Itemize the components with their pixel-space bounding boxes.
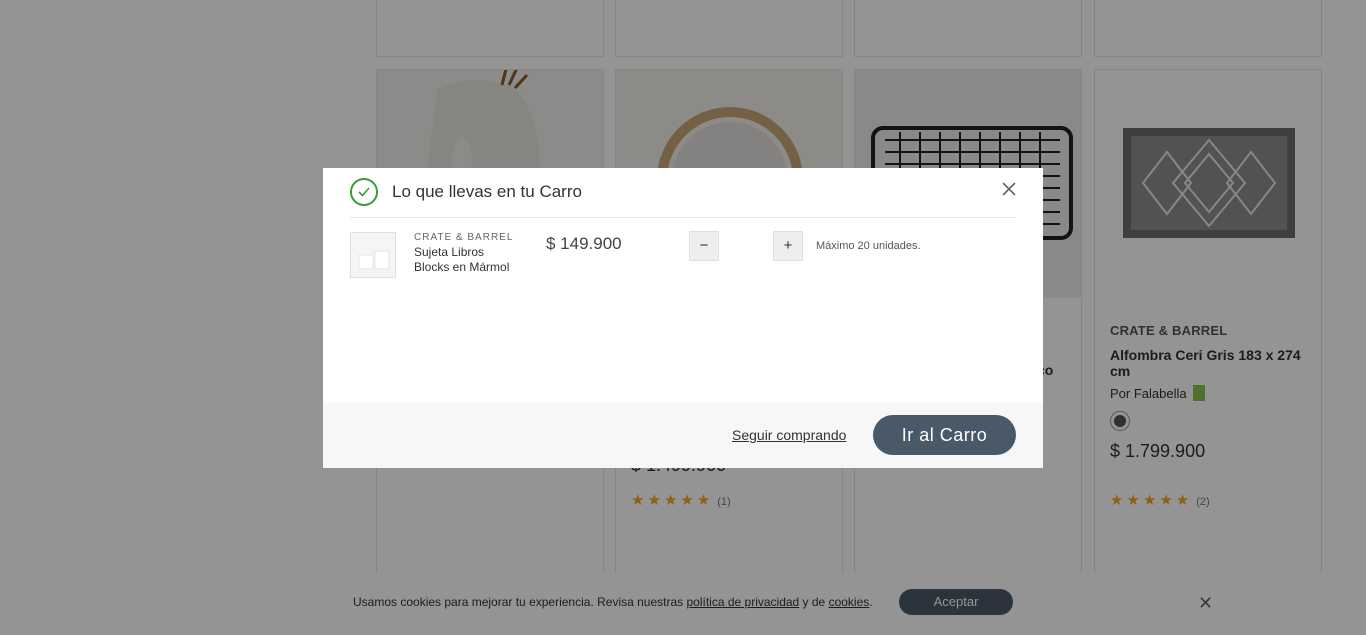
modal-header: Lo que llevas en tu Carro [350, 178, 1016, 218]
cart-item-name-line2: Blocks en Mármol [414, 260, 510, 274]
added-to-cart-modal: Lo que llevas en tu Carro CRATE & BARREL… [323, 168, 1043, 468]
modal-title: Lo que llevas en tu Carro [392, 182, 582, 201]
close-icon[interactable] [1002, 182, 1020, 200]
decrease-quantity-button[interactable]: − [689, 231, 719, 261]
cart-item-name: Sujeta Libros Blocks en Mármol [414, 245, 514, 275]
cart-item-name-line1: Sujeta Libros [414, 245, 485, 259]
keep-shopping-link[interactable]: Seguir comprando [732, 427, 846, 443]
modal-footer: Seguir comprando Ir al Carro [323, 403, 1043, 468]
increase-quantity-button[interactable]: + [773, 231, 803, 261]
cart-item-thumbnail [350, 232, 396, 278]
go-to-cart-button[interactable]: Ir al Carro [873, 415, 1016, 455]
cart-item-price: $ 149.900 [546, 234, 622, 253]
check-circle-icon [350, 178, 378, 206]
cart-item-brand: CRATE & BARREL [414, 232, 514, 243]
max-quantity-note: Máximo 20 unidades. [816, 240, 921, 252]
